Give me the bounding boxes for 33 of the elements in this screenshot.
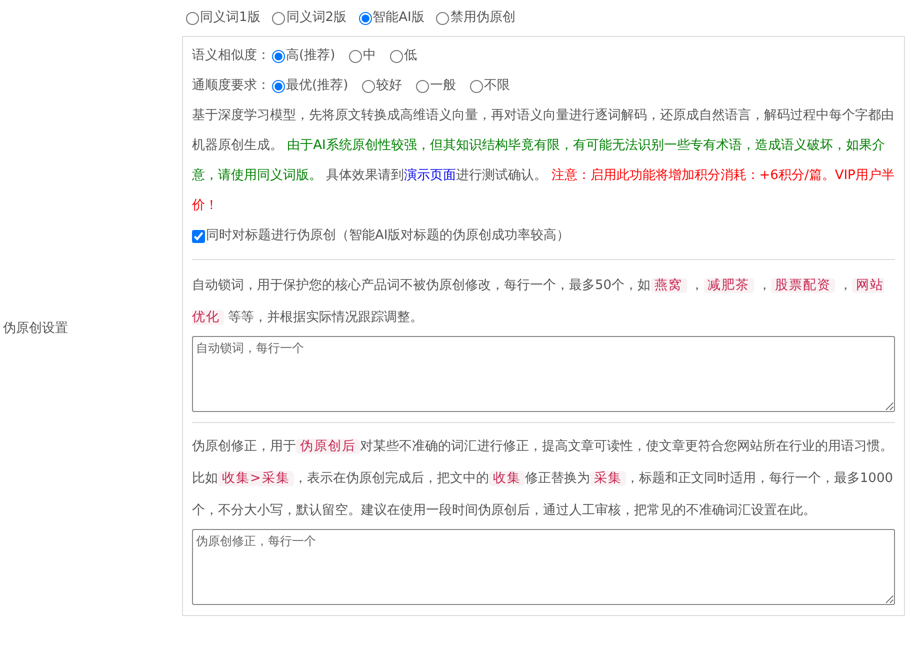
lock-words-description: 自动锁词，用于保护您的核心产品词不被伪原创修改，每行一个，最多50个，如 燕窝 ， 减肥茶 ， 股票配资 ， 网站优化 等等，并根据实际情况跟踪调整。 [192, 277, 885, 327]
radio-button[interactable] [272, 50, 285, 62]
checkbox[interactable] [192, 230, 205, 242]
radio-button[interactable] [272, 12, 286, 24]
option-label: 通顺度要求： [192, 77, 270, 96]
ai-description: 基于深度学习模型，先将原文转换成高维语义向量，再对语义向量进行逐词解码，还原成自然语言，解码过程中每个字都由机器原创生成。 由于AI系统原创性较强，但其知识结构毕竟有限，有可能无法识别一些专有术语，造成语义破坏，如果介意，请使用同义词版。 具体效果请到演示页面进行测试确认。 注意：启用此功能将增加积分消耗：+6积分/篇。VIP用户半价！ [192, 107, 895, 215]
option-label[interactable]: 较好 [376, 76, 402, 96]
option-label[interactable]: 低 [404, 46, 418, 66]
lock-words-field[interactable]: 自动锁词，每行一个 [192, 336, 895, 412]
radio-button[interactable] [272, 80, 285, 92]
checkbox-label[interactable]: 同时对标题进行伪原创（智能AI版对标题的伪原创成功率较高） [206, 226, 570, 246]
radio-button[interactable] [349, 50, 362, 62]
demo-link[interactable]: 演示页面 [404, 168, 456, 183]
option-label[interactable]: 禁用伪原创 [450, 8, 516, 28]
option-label[interactable]: 中 [363, 46, 376, 66]
option-label[interactable]: 同义词2版 [286, 8, 347, 28]
option-label: 语义相似度： [192, 47, 270, 66]
option-label[interactable]: 一般 [430, 76, 456, 96]
radio-button[interactable] [186, 12, 199, 24]
correction-field[interactable]: 伪原创修正，每行一个 [192, 529, 895, 605]
correction-description: 伪原创修正，用于 伪原创后 对某些不准确的词汇进行修正，提高文章可读性，使文章更符合您网站所在行业的用语习惯。比如 收集>采集 ，表示在伪原创完成后，把文中的 收集 修正替换为 采集 ，标题和正文同时适用，每行一个，最多1000个，不分大小写，默认留空。建议在使用一段时间伪原创后，通过人工审核，把常见的不准确词汇设置在此。 [192, 438, 894, 520]
radio-button[interactable] [436, 12, 450, 24]
option-label[interactable]: 同义词1版 [200, 8, 260, 28]
radio-button[interactable] [470, 80, 484, 92]
radio-button[interactable] [362, 80, 376, 92]
option-label[interactable]: 不限 [484, 76, 510, 96]
radio-button[interactable] [390, 50, 404, 62]
option-label[interactable]: 高(推荐) [286, 46, 336, 66]
option-label[interactable]: 智能AI版 [372, 8, 424, 28]
radio-button[interactable] [416, 80, 430, 92]
option-label[interactable]: 最优(推荐) [286, 76, 348, 96]
section-label: 伪原创设置 [3, 320, 68, 338]
radio-button[interactable] [358, 12, 372, 24]
